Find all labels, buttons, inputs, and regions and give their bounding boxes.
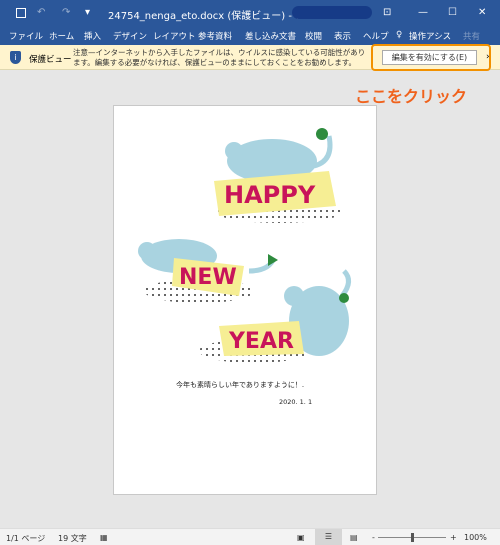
- tab-file[interactable]: ファイル: [9, 30, 43, 42]
- customize-qat-icon[interactable]: ▾: [85, 7, 90, 18]
- tab-help[interactable]: ヘルプ: [363, 30, 389, 42]
- date-text: 2020. 1. 1: [279, 398, 312, 406]
- tab-mailings[interactable]: 差し込み文書: [245, 30, 296, 42]
- read-mode-icon[interactable]: ▣: [297, 533, 305, 542]
- zoom-out-button[interactable]: -: [372, 533, 375, 542]
- happy-text: HAPPY: [224, 181, 316, 209]
- protected-view-label: 保護ビュー: [29, 55, 72, 65]
- tab-layout[interactable]: レイアウト: [153, 30, 196, 42]
- greeting-text: 今年も素晴らしい年でありますように！.: [176, 380, 304, 389]
- tab-review[interactable]: 校閲: [305, 30, 322, 42]
- page-count[interactable]: 1/1 ページ: [6, 533, 45, 544]
- web-layout-icon[interactable]: ▤: [350, 533, 358, 542]
- redo-icon[interactable]: ↷: [62, 7, 70, 18]
- protected-view-message: 注意—インターネットから入手したファイルは、ウイルスに感染している可能性がありま…: [73, 48, 366, 67]
- proofing-icon[interactable]: ▦: [100, 533, 108, 542]
- tab-home[interactable]: ホーム: [49, 30, 74, 42]
- close-button[interactable]: ✕: [478, 7, 486, 18]
- new-year-illustration: HAPPY NEW YEAR 今年も素晴らしい年でありますように！. 2020.…: [138, 128, 351, 406]
- undo-icon[interactable]: ↶: [37, 7, 45, 18]
- tab-insert[interactable]: 挿入: [84, 30, 101, 42]
- maximize-button[interactable]: ☐: [448, 7, 457, 18]
- new-text: NEW: [179, 265, 237, 290]
- zoom-in-button[interactable]: +: [450, 533, 457, 542]
- title-bar: ↶ ↷ ▾ 24754_nenga_eto.docx (保護ビュー) - Wor…: [0, 0, 500, 27]
- print-layout-icon[interactable]: ☰: [315, 529, 342, 545]
- word-count[interactable]: 19 文字: [58, 533, 87, 544]
- status-bar: 1/1 ページ 19 文字 ▦ ▣ ☰ ▤ - + 100%: [0, 528, 500, 545]
- zoom-slider-thumb[interactable]: [411, 533, 414, 542]
- lightbulb-icon: ♀: [396, 30, 403, 40]
- tell-me-search[interactable]: 操作アシス: [409, 30, 451, 42]
- share-button[interactable]: 共有: [463, 30, 480, 42]
- enable-editing-button[interactable]: 編集を有効にする(E): [382, 50, 477, 65]
- minimize-button[interactable]: —: [418, 7, 428, 18]
- click-here-annotation: ここをクリック: [355, 87, 468, 106]
- tab-references[interactable]: 参考資料: [198, 30, 232, 42]
- tab-view[interactable]: 表示: [334, 30, 351, 42]
- shield-info-icon: i: [10, 51, 21, 64]
- window-title: 24754_nenga_eto.docx (保護ビュー) - Word: [108, 11, 321, 22]
- save-icon[interactable]: [16, 8, 26, 18]
- zoom-level[interactable]: 100%: [464, 533, 487, 542]
- ribbon-tabs: ファイル ホーム 挿入 デザイン レイアウト 参考資料 差し込み文書 校閲 表示…: [0, 27, 500, 45]
- account-redacted: [292, 6, 372, 19]
- year-text: YEAR: [228, 329, 294, 354]
- document-page: HAPPY NEW YEAR 今年も素晴らしい年でありますように！. 2020.…: [113, 105, 377, 495]
- ribbon-display-icon[interactable]: ⊡: [383, 7, 391, 18]
- tab-design[interactable]: デザイン: [113, 30, 147, 42]
